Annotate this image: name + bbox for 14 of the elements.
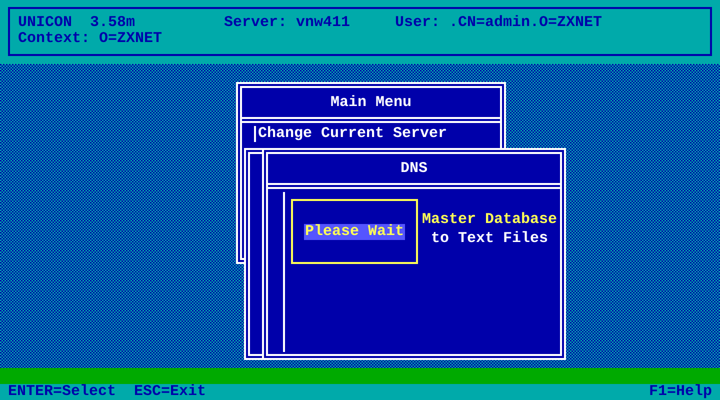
menu-item[interactable]: Change Current Server [254, 126, 500, 142]
window-title: Main Menu [329, 92, 412, 112]
option-title: Master Database [422, 210, 558, 230]
context-label: Context: O=ZXNET [18, 31, 164, 47]
key-hint: ENTER=Select [8, 384, 116, 400]
server-label: Server: vnw411 [224, 15, 352, 31]
help-hint: F1=Help [648, 384, 712, 400]
user-label: User: .CN=admin.O=ZXNET [395, 15, 602, 31]
program-name: UNICON [18, 15, 72, 31]
please-wait-message: Please Wait [304, 224, 406, 240]
program-version: 3.58m [90, 15, 136, 31]
option-subtitle: to Text Files [431, 231, 548, 247]
key-hint: ESC=Exit [134, 384, 206, 400]
window-title: DNS [399, 158, 428, 178]
